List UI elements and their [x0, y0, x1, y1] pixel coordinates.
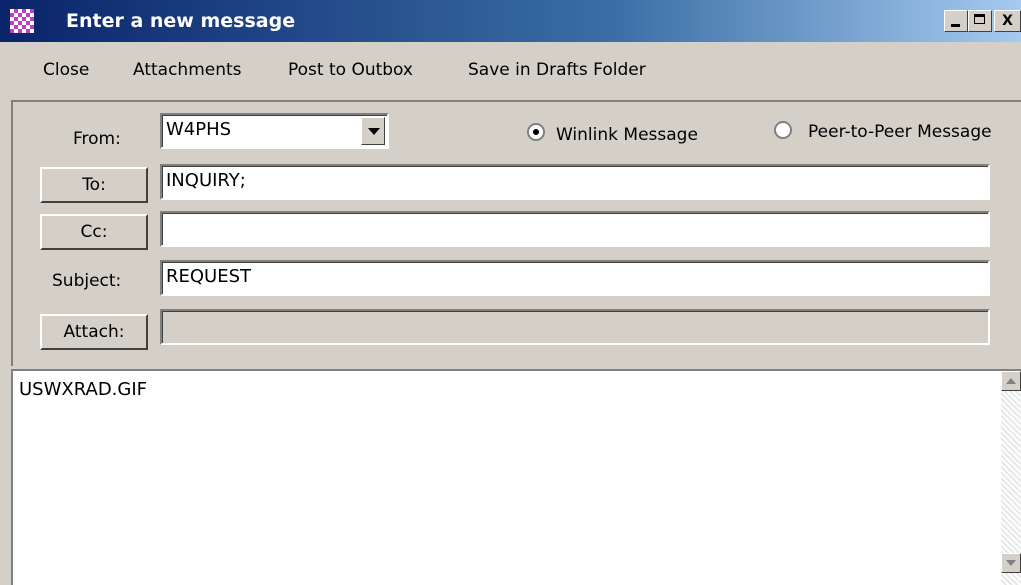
minimize-button[interactable]: [944, 10, 968, 32]
maximize-button[interactable]: [968, 10, 992, 32]
vertical-scrollbar[interactable]: [1001, 371, 1021, 585]
attach-button[interactable]: Attach:: [40, 314, 148, 350]
menu-attachments[interactable]: Attachments: [133, 60, 242, 80]
cc-field[interactable]: [160, 211, 990, 247]
winlink-message-label[interactable]: Winlink Message: [556, 125, 698, 145]
subject-label: Subject:: [52, 271, 122, 291]
from-label: From:: [73, 129, 121, 149]
scroll-up-arrow-icon[interactable]: [1001, 371, 1021, 391]
from-dropdown[interactable]: W4PHS: [160, 113, 389, 149]
peer-to-peer-message-radio[interactable]: [774, 121, 792, 139]
cc-button[interactable]: Cc:: [40, 214, 148, 250]
attach-field: [160, 309, 990, 345]
window-title: Enter a new message: [66, 10, 296, 32]
menu-post-to-outbox[interactable]: Post to Outbox: [288, 60, 413, 80]
dropdown-arrow-icon[interactable]: [361, 117, 385, 145]
winlink-message-radio[interactable]: [527, 123, 545, 141]
close-icon: X: [1002, 13, 1013, 29]
message-window: Enter a new message X Close Attachments …: [0, 0, 1021, 585]
peer-to-peer-message-label[interactable]: Peer-to-Peer Message: [808, 122, 992, 142]
to-button[interactable]: To:: [40, 167, 148, 203]
menu-save-in-drafts[interactable]: Save in Drafts Folder: [468, 60, 646, 80]
message-body-text: USWXRAD.GIF: [19, 379, 148, 400]
to-field[interactable]: INQUIRY;: [160, 164, 990, 200]
from-value: W4PHS: [166, 119, 232, 140]
app-icon[interactable]: [10, 9, 34, 33]
menu-bar: Close Attachments Post to Outbox Save in…: [0, 42, 1021, 100]
scroll-down-arrow-icon[interactable]: [1001, 553, 1021, 573]
menu-close[interactable]: Close: [43, 60, 89, 80]
subject-field[interactable]: REQUEST: [160, 260, 990, 296]
maximize-icon: [974, 14, 985, 24]
title-bar[interactable]: Enter a new message X: [0, 0, 1021, 42]
close-window-button[interactable]: X: [994, 10, 1021, 32]
minimize-icon: [951, 24, 960, 27]
radio-selected-dot: [533, 129, 539, 135]
message-body[interactable]: USWXRAD.GIF: [11, 369, 1021, 585]
